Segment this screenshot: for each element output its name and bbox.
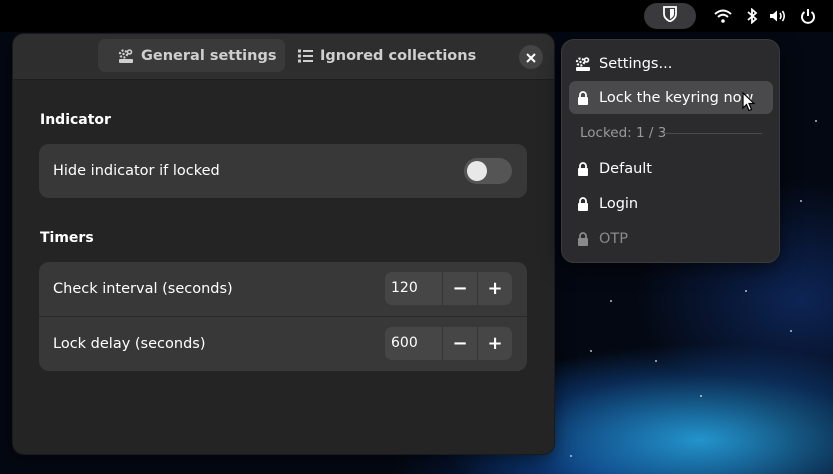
indicator-section-title: Indicator xyxy=(40,112,111,128)
check-interval-input[interactable]: 120 xyxy=(385,272,443,305)
lock-delay-input[interactable]: 600 xyxy=(385,327,443,360)
row-label: Lock delay (seconds) xyxy=(53,336,206,352)
menu-item-label: Login xyxy=(599,195,639,212)
switch-knob xyxy=(467,161,487,181)
lock-delay-spinbutton: 600 − + xyxy=(385,327,512,360)
tab-ignored-collections[interactable]: Ignored collections xyxy=(298,39,476,72)
tab-general-settings[interactable]: General settings xyxy=(98,39,285,72)
header-bar: General settings Ignored collections xyxy=(13,34,554,80)
lock-delay-row: Lock delay (seconds) 600 − + xyxy=(39,316,527,371)
menu-separator xyxy=(662,133,762,134)
close-icon xyxy=(526,48,536,67)
lock-icon xyxy=(575,90,591,105)
bluetooth-icon[interactable] xyxy=(743,7,761,25)
lock-delay-decrement-button[interactable]: − xyxy=(443,327,477,360)
check-interval-decrement-button[interactable]: − xyxy=(443,272,477,305)
tab-label: General settings xyxy=(141,47,277,64)
wifi-icon[interactable] xyxy=(714,7,732,25)
menu-item-keyring-otp: OTP xyxy=(569,222,773,255)
power-icon[interactable] xyxy=(799,7,817,25)
row-label: Check interval (seconds) xyxy=(53,281,233,297)
menu-item-label: Settings... xyxy=(599,55,673,72)
timers-section-title: Timers xyxy=(40,230,94,246)
top-panel xyxy=(0,0,833,32)
menu-item-settings[interactable]: Settings... xyxy=(569,47,773,80)
check-interval-spinbutton: 120 − + xyxy=(385,272,512,305)
lock-icon xyxy=(575,161,591,176)
menu-item-label: Default xyxy=(599,160,652,177)
check-interval-row: Check interval (seconds) 120 − + xyxy=(39,262,527,316)
menu-item-keyring-default[interactable]: Default xyxy=(569,152,773,185)
mouse-cursor-icon xyxy=(742,91,756,112)
lock-delay-increment-button[interactable]: + xyxy=(477,327,512,360)
list-icon xyxy=(298,49,313,63)
row-label: Hide indicator if locked xyxy=(53,163,220,179)
volume-icon[interactable] xyxy=(769,7,787,25)
menu-item-label: OTP xyxy=(599,230,629,247)
settings-window: General settings Ignored collections Ind… xyxy=(12,33,555,455)
check-interval-increment-button[interactable]: + xyxy=(477,272,512,305)
hide-indicator-switch[interactable] xyxy=(464,158,512,184)
keyring-indicator-button[interactable] xyxy=(644,3,696,29)
bitwarden-shield-icon xyxy=(663,6,677,26)
keyring-menu: Settings... Lock the keyring now Locked:… xyxy=(561,39,780,263)
menu-item-keyring-login[interactable]: Login xyxy=(569,187,773,220)
locked-count-label: Locked: 1 / 3 xyxy=(580,125,667,141)
timers-card: Check interval (seconds) 120 − + Lock de… xyxy=(39,262,527,371)
settings-icon xyxy=(575,56,591,72)
settings-icon xyxy=(118,48,134,64)
lock-icon xyxy=(575,231,591,246)
tab-label: Ignored collections xyxy=(320,47,477,64)
close-button[interactable] xyxy=(519,45,543,69)
lock-icon xyxy=(575,196,591,211)
hide-indicator-row[interactable]: Hide indicator if locked xyxy=(39,144,527,198)
menu-item-label: Lock the keyring now xyxy=(599,89,754,106)
indicator-card: Hide indicator if locked xyxy=(39,144,527,198)
